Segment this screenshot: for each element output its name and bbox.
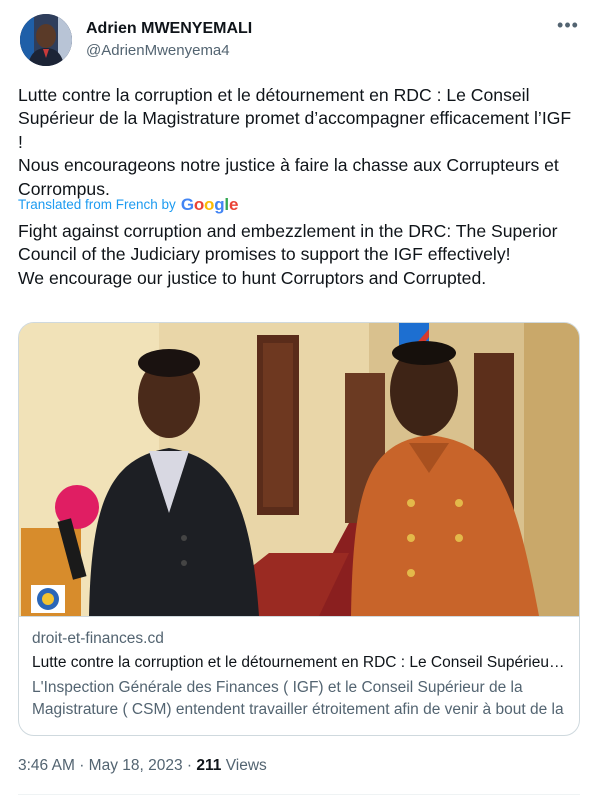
- more-horizontal-icon[interactable]: •••: [556, 16, 580, 38]
- card-title: Lutte contre la corruption et le détourn…: [32, 654, 568, 671]
- card-image[interactable]: [19, 323, 579, 616]
- translation-attribution[interactable]: Translated from French by Google: [18, 196, 238, 214]
- tweet-text: Lutte contre la corruption et le détourn…: [18, 85, 572, 199]
- card-domain: droit-et-finances.cd: [32, 630, 164, 647]
- tweet-translation: Fight against corruption and embezzlemen…: [18, 221, 558, 288]
- tweet-time[interactable]: 3:46 AM: [18, 757, 75, 774]
- meta-separator: ·: [79, 757, 85, 774]
- author-names: Adrien MWENYEMALI @AdrienMwenyema4: [86, 19, 252, 61]
- tweet-header: Adrien MWENYEMALI @AdrienMwenyema4 •••: [20, 14, 580, 68]
- link-preview-card[interactable]: droit-et-finances.cd Lutte contre la cor…: [18, 322, 580, 736]
- tweet-meta: 3:46 AM · May 18, 2023 · 211 Views: [18, 756, 267, 776]
- avatar[interactable]: [20, 14, 72, 66]
- meta-separator: ·: [186, 757, 193, 774]
- card-body[interactable]: droit-et-finances.cd Lutte contre la cor…: [19, 616, 579, 735]
- views-label: Views: [225, 757, 267, 774]
- google-logo: Google: [180, 195, 239, 214]
- avatar-image: [20, 14, 72, 66]
- author-display-name[interactable]: Adrien MWENYEMALI: [86, 19, 252, 39]
- views-count: 211: [196, 757, 222, 774]
- views[interactable]: 211 Views: [196, 757, 266, 774]
- author-handle[interactable]: @AdrienMwenyema4: [86, 41, 252, 61]
- card-description: L'Inspection Générale des Finances ( IGF…: [32, 679, 564, 718]
- divider: [18, 794, 580, 795]
- translated-label: Translated from French by: [18, 197, 176, 212]
- tweet-date[interactable]: May 18, 2023: [89, 757, 183, 774]
